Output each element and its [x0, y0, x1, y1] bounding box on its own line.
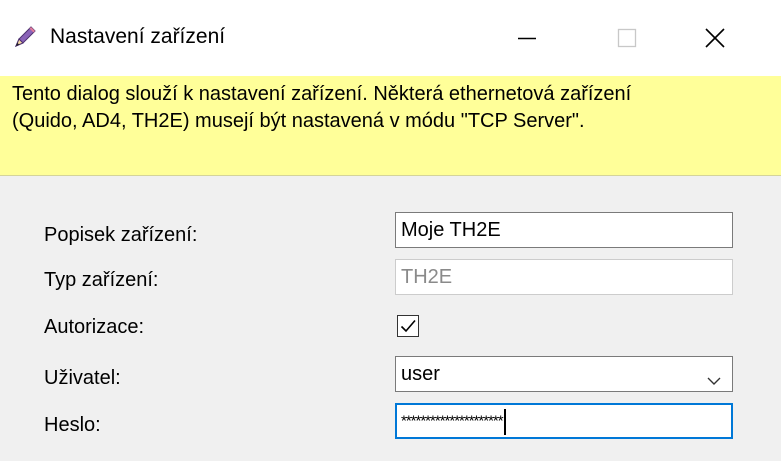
minimize-button[interactable] [497, 8, 557, 68]
device-label-input[interactable]: Moje TH2E [395, 212, 733, 248]
title-bar[interactable]: Nastavení zařízení [0, 0, 781, 76]
text-caret [503, 408, 506, 435]
password-label: Heslo: [44, 414, 101, 436]
settings-form: Popisek zařízení: Moje TH2E Typ zařízení… [0, 176, 781, 461]
info-banner: Tento dialog slouží k nastavení zařízení… [0, 76, 781, 176]
checkmark-icon [400, 319, 416, 333]
device-label-label: Popisek zařízení: [44, 224, 198, 246]
info-text: Tento dialog slouží k nastavení zařízení… [12, 83, 632, 132]
device-type-label: Typ zařízení: [44, 269, 159, 291]
maximize-button[interactable] [597, 8, 657, 68]
device-settings-dialog: Nastavení zařízení Tento dialog slouží k… [0, 0, 781, 461]
chevron-down-icon[interactable] [706, 366, 722, 391]
minimize-icon [518, 37, 536, 40]
close-button[interactable] [685, 8, 745, 68]
maximize-icon [617, 28, 637, 48]
close-icon [705, 28, 725, 48]
window-title: Nastavení zařízení [50, 25, 226, 48]
authorization-label: Autorizace: [44, 316, 145, 338]
user-select-value: user [401, 363, 440, 385]
device-type-input: TH2E [395, 259, 733, 295]
user-select[interactable]: user [395, 356, 733, 392]
user-label: Uživatel: [44, 367, 121, 389]
pencil-icon [12, 24, 38, 50]
authorization-checkbox[interactable] [397, 315, 419, 337]
password-input[interactable]: ********************* [395, 403, 733, 439]
password-mask: ********************* [401, 412, 504, 430]
